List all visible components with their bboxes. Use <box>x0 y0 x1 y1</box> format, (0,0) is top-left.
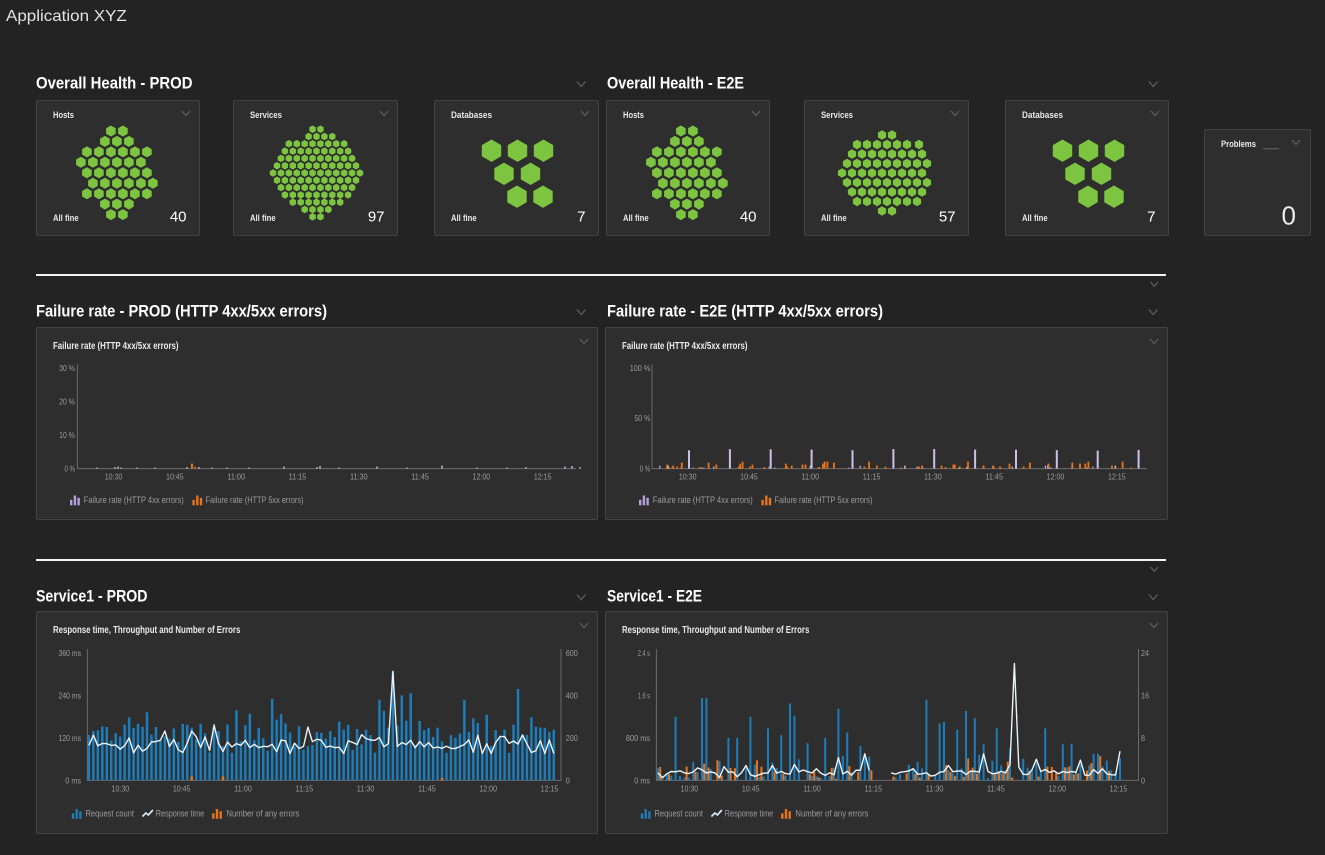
svg-text:11:00: 11:00 <box>234 783 252 793</box>
svg-text:12:00: 12:00 <box>473 472 491 482</box>
svg-text:1.6 s: 1.6 s <box>638 690 650 700</box>
svg-text:11:45: 11:45 <box>985 472 1003 482</box>
svg-text:600: 600 <box>566 648 578 658</box>
svg-text:Failure rate (HTTP 4xx errors): Failure rate (HTTP 4xx errors) <box>653 495 753 505</box>
svg-text:Number of any errors: Number of any errors <box>226 809 299 819</box>
svg-text:120 ms: 120 ms <box>59 733 82 743</box>
svg-text:12:00: 12:00 <box>1048 783 1066 793</box>
svg-text:Application XYZ: Application XYZ <box>6 8 127 25</box>
svg-text:Services: Services <box>250 110 282 121</box>
svg-text:Hosts: Hosts <box>623 110 644 121</box>
svg-text:Service1 - PROD: Service1 - PROD <box>36 587 148 606</box>
svg-text:0: 0 <box>1141 775 1145 785</box>
svg-text:8: 8 <box>1141 733 1145 743</box>
svg-text:12:00: 12:00 <box>479 783 497 793</box>
svg-text:7: 7 <box>577 209 585 226</box>
svg-text:Request count: Request count <box>655 809 704 819</box>
svg-text:All fine: All fine <box>1022 213 1048 224</box>
svg-text:Response time, Throughput and: Response time, Throughput and Number of … <box>53 625 241 636</box>
svg-text:12:15: 12:15 <box>534 472 552 482</box>
svg-text:11:00: 11:00 <box>801 472 819 482</box>
svg-text:240 ms: 240 ms <box>59 690 82 700</box>
svg-text:0 %: 0 % <box>65 464 76 474</box>
svg-text:Service1 - E2E: Service1 - E2E <box>607 587 702 606</box>
svg-text:Overall Health - E2E: Overall Health - E2E <box>607 74 744 93</box>
svg-text:0 %: 0 % <box>640 464 651 474</box>
svg-text:All fine: All fine <box>53 213 79 224</box>
svg-text:0: 0 <box>1282 201 1296 231</box>
svg-text:11:30: 11:30 <box>350 472 368 482</box>
svg-text:40: 40 <box>170 209 187 226</box>
svg-text:11:15: 11:15 <box>863 472 881 482</box>
svg-text:11:30: 11:30 <box>926 783 944 793</box>
svg-text:24: 24 <box>1141 648 1149 658</box>
svg-text:All fine: All fine <box>821 213 847 224</box>
svg-text:12:15: 12:15 <box>1110 783 1128 793</box>
svg-text:0 ms: 0 ms <box>634 775 650 785</box>
svg-text:10:45: 10:45 <box>740 472 758 482</box>
svg-text:All fine: All fine <box>250 213 276 224</box>
svg-text:11:00: 11:00 <box>227 472 245 482</box>
svg-text:10:30: 10:30 <box>679 472 697 482</box>
svg-text:12:15: 12:15 <box>541 783 559 793</box>
svg-text:Failure rate (HTTP 5xx errors): Failure rate (HTTP 5xx errors) <box>206 495 304 505</box>
svg-text:10:30: 10:30 <box>681 783 699 793</box>
svg-text:360 ms: 360 ms <box>59 648 82 658</box>
svg-text:20 %: 20 % <box>59 396 75 406</box>
svg-text:30 %: 30 % <box>59 363 75 373</box>
svg-text:50 %: 50 % <box>634 413 650 423</box>
svg-text:11:45: 11:45 <box>418 783 436 793</box>
svg-text:7: 7 <box>1147 209 1155 226</box>
svg-text:Response time: Response time <box>725 809 773 819</box>
svg-text:57: 57 <box>939 209 956 226</box>
svg-text:0: 0 <box>566 775 570 785</box>
svg-text:12:15: 12:15 <box>1108 472 1126 482</box>
svg-text:11:45: 11:45 <box>411 472 429 482</box>
svg-text:10:30: 10:30 <box>105 472 123 482</box>
svg-text:Databases: Databases <box>451 110 492 121</box>
svg-text:40: 40 <box>740 209 757 226</box>
svg-text:Request count: Request count <box>86 809 135 819</box>
svg-text:11:30: 11:30 <box>357 783 375 793</box>
svg-text:11:15: 11:15 <box>295 783 313 793</box>
svg-text:Failure rate (HTTP 4xx/5xx err: Failure rate (HTTP 4xx/5xx errors) <box>53 341 179 352</box>
svg-text:All fine: All fine <box>623 213 649 224</box>
svg-text:Response time: Response time <box>156 809 204 819</box>
svg-text:11:15: 11:15 <box>289 472 307 482</box>
svg-text:11:15: 11:15 <box>864 783 882 793</box>
svg-text:10:45: 10:45 <box>742 783 760 793</box>
svg-text:11:00: 11:00 <box>803 783 821 793</box>
svg-text:10:45: 10:45 <box>173 783 191 793</box>
svg-text:10:45: 10:45 <box>166 472 184 482</box>
svg-text:Problems: Problems <box>1221 139 1256 150</box>
svg-text:Failure rate - PROD (HTTP 4xx/: Failure rate - PROD (HTTP 4xx/5xx errors… <box>36 302 327 321</box>
svg-text:Overall Health - PROD: Overall Health - PROD <box>36 74 193 93</box>
svg-text:2.4 s: 2.4 s <box>638 648 650 658</box>
svg-text:Failure rate (HTTP 4xx/5xx err: Failure rate (HTTP 4xx/5xx errors) <box>622 341 748 352</box>
svg-text:200: 200 <box>566 733 578 743</box>
svg-text:11:45: 11:45 <box>987 783 1005 793</box>
svg-text:Services: Services <box>821 110 853 121</box>
svg-text:All fine: All fine <box>451 213 477 224</box>
svg-text:Failure rate (HTTP 5xx errors): Failure rate (HTTP 5xx errors) <box>775 495 873 505</box>
svg-text:Response time, Throughput and: Response time, Throughput and Number of … <box>622 625 810 636</box>
svg-text:0 ms: 0 ms <box>65 775 81 785</box>
svg-text:800 ms: 800 ms <box>626 733 650 743</box>
svg-text:12:00: 12:00 <box>1047 472 1065 482</box>
svg-text:10:30: 10:30 <box>112 783 130 793</box>
svg-text:16: 16 <box>1141 690 1149 700</box>
svg-text:11:30: 11:30 <box>924 472 942 482</box>
svg-text:97: 97 <box>368 209 385 226</box>
svg-text:Number of any errors: Number of any errors <box>795 809 868 819</box>
svg-text:Hosts: Hosts <box>53 110 74 121</box>
svg-text:Databases: Databases <box>1022 110 1063 121</box>
svg-text:100 %: 100 % <box>630 363 651 373</box>
svg-text:Failure rate - E2E (HTTP 4xx/5: Failure rate - E2E (HTTP 4xx/5xx errors) <box>607 302 883 321</box>
svg-text:Failure rate (HTTP 4xx errors): Failure rate (HTTP 4xx errors) <box>84 495 184 505</box>
svg-text:400: 400 <box>566 690 578 700</box>
svg-text:10 %: 10 % <box>59 430 75 440</box>
